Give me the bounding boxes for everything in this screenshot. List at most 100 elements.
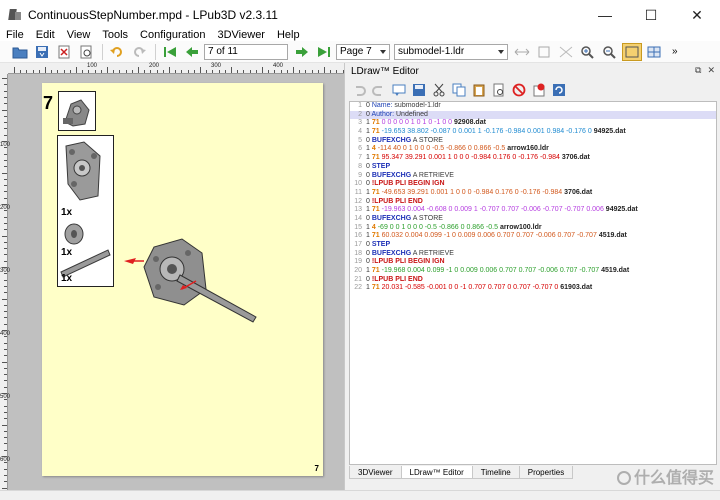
code-line[interactable]: 20 1 71 -19.968 0.004 0.099 -1 0 0.009 0.… bbox=[350, 267, 716, 276]
open-folder-button[interactable] bbox=[10, 43, 30, 61]
menu-view[interactable]: View bbox=[61, 30, 97, 41]
maximize-button[interactable]: ☐ bbox=[628, 0, 674, 30]
ruler-tick bbox=[4, 336, 7, 338]
editor-comment-button[interactable] bbox=[391, 82, 407, 98]
code-line[interactable]: 14 0 BUFEXCHG A STORE bbox=[350, 215, 716, 224]
code-line[interactable]: 10 Name: submodel-1.ldr bbox=[350, 102, 716, 111]
toolbar-overflow-button[interactable]: » bbox=[672, 46, 678, 57]
line-number: 15 bbox=[354, 223, 362, 231]
ruler-tick bbox=[4, 348, 7, 350]
code-line[interactable]: 22 1 71 20.031 -0.585 -0.001 0 0 -1 0.707… bbox=[350, 284, 716, 293]
ruler-tick bbox=[218, 70, 220, 73]
code-line[interactable]: 31 71 0 0 0 0 0 1 0 1 0 -1 0 0 92908.dat bbox=[350, 119, 716, 128]
editor-cut-button[interactable] bbox=[431, 82, 447, 98]
page-select[interactable]: Page 7 bbox=[336, 43, 390, 60]
tab-3dviewer[interactable]: 3DViewer bbox=[349, 466, 402, 479]
next-page-button[interactable] bbox=[292, 43, 312, 61]
ruler-tick bbox=[156, 70, 158, 73]
ruler-tick bbox=[2, 267, 7, 268]
code-line[interactable]: 50 BUFEXCHG A STORE bbox=[350, 137, 716, 146]
code-line[interactable]: 13 1 71 -19.963 0.004 -0.608 0 0.009 1 -0… bbox=[350, 206, 716, 215]
window-title: ContinuousStepNumber.mpd - LPub3D v2.3.1… bbox=[28, 8, 278, 22]
parts-list[interactable]: 1x 1x 1x bbox=[57, 135, 114, 287]
transform-values: -49.653 39.291 0.001 1 0 0 0 -0.984 0.17… bbox=[381, 188, 563, 196]
code-line[interactable]: 21 0 !LPUB PLI END bbox=[350, 276, 716, 285]
ruler-tick bbox=[4, 147, 7, 149]
close-editor-button[interactable]: ✕ bbox=[707, 65, 715, 76]
editor-copy-button[interactable] bbox=[451, 82, 467, 98]
code-line[interactable]: 71 71 95.347 39.291 0.001 1 0 0 0 -0.984… bbox=[350, 154, 716, 163]
fit-visible-button[interactable] bbox=[534, 43, 554, 61]
submodel-select[interactable]: submodel-1.ldr bbox=[394, 43, 508, 60]
ruler-tick bbox=[175, 70, 177, 73]
code-line[interactable]: 90 BUFEXCHG A RETRIEVE bbox=[350, 172, 716, 181]
transform-values: -114 40 0 1 0 0 0 -0.5 -0.866 0 0.866 -0… bbox=[377, 145, 506, 153]
menu-edit[interactable]: Edit bbox=[30, 30, 61, 41]
instruction-page[interactable]: 7 1x 1x 1x 7 bbox=[42, 83, 323, 476]
minimize-button[interactable]: — bbox=[582, 0, 628, 30]
editor-save-button[interactable] bbox=[411, 82, 427, 98]
page-number[interactable]: 7 bbox=[315, 464, 319, 473]
fit-width-button[interactable] bbox=[512, 43, 532, 61]
last-page-button[interactable] bbox=[314, 43, 334, 61]
code-line[interactable]: 12 0 !LPUB PLI END bbox=[350, 198, 716, 207]
step-assembly-image[interactable] bbox=[122, 223, 262, 333]
menu-file[interactable]: File bbox=[0, 30, 30, 41]
open-folder-icon bbox=[12, 47, 28, 58]
code-line[interactable]: 41 71 -19.653 38.802 -0.087 0 0.001 1 -0… bbox=[350, 128, 716, 137]
stop-icon bbox=[512, 83, 526, 97]
color-code: 71 bbox=[371, 119, 380, 127]
part-quantity: 1x bbox=[61, 207, 73, 218]
zoom-out-button[interactable] bbox=[600, 43, 620, 61]
ruler-tick bbox=[4, 342, 7, 344]
code-line[interactable]: 80 STEP bbox=[350, 163, 716, 172]
previous-page-button[interactable] bbox=[182, 43, 202, 61]
tab-ldraw-editor[interactable]: LDraw™ Editor bbox=[400, 466, 473, 479]
scene-ruler-button[interactable] bbox=[622, 42, 642, 61]
editor-paste-button[interactable] bbox=[471, 82, 487, 98]
menu-tools[interactable]: Tools bbox=[96, 30, 134, 41]
line-number: 14 bbox=[354, 214, 362, 222]
first-page-button[interactable] bbox=[160, 43, 180, 61]
code-line[interactable]: 19 0 !LPUB PLI BEGIN IGN bbox=[350, 258, 716, 267]
editor-find-button[interactable] bbox=[491, 82, 507, 98]
code-line[interactable]: 17 0 STEP bbox=[350, 241, 716, 250]
code-line[interactable]: 10 0 !LPUB PLI BEGIN IGN bbox=[350, 180, 716, 189]
undo-button[interactable] bbox=[107, 43, 127, 61]
code-editor[interactable]: 10 Name: submodel-1.ldr 2 0 Author: Undefi… bbox=[349, 101, 717, 465]
menu-help[interactable]: Help bbox=[271, 30, 306, 41]
meta-command: BUFEXCHG bbox=[371, 136, 412, 144]
code-line[interactable]: 20 Author: Undefined bbox=[350, 110, 716, 120]
code-line[interactable]: 16 1 71 60.032 0.004 0.099 -1 0 0.009 0.0… bbox=[350, 232, 716, 241]
submodel-preview[interactable] bbox=[58, 91, 96, 131]
first-page-icon bbox=[164, 46, 176, 57]
menu-configuration[interactable]: Configuration bbox=[134, 30, 211, 41]
tab-timeline[interactable]: Timeline bbox=[471, 466, 520, 479]
code-line[interactable]: 61 4 -114 40 0 1 0 0 0 -0.5 -0.866 0 0.8… bbox=[350, 145, 716, 154]
close-button[interactable]: ✕ bbox=[674, 0, 720, 30]
zoom-in-button[interactable] bbox=[578, 43, 598, 61]
editor-stop-button[interactable] bbox=[511, 82, 527, 98]
export-pdf-button[interactable] bbox=[54, 43, 74, 61]
save-button[interactable] bbox=[32, 43, 52, 61]
ruler-tick bbox=[150, 70, 152, 73]
code-line[interactable]: 18 0 BUFEXCHG A RETRIEVE bbox=[350, 250, 716, 259]
editor-refresh-button[interactable] bbox=[551, 82, 567, 98]
scene-guides-button[interactable] bbox=[644, 43, 664, 61]
step-number[interactable]: 7 bbox=[43, 93, 53, 114]
editor-redo-button[interactable] bbox=[371, 82, 387, 98]
code-line[interactable]: 15 1 4 -69 0 0 1 0 0 0 -0.5 -0.866 0 0.86… bbox=[350, 224, 716, 233]
actual-size-icon bbox=[559, 46, 573, 57]
actual-size-button[interactable] bbox=[556, 43, 576, 61]
tab-properties[interactable]: Properties bbox=[518, 466, 574, 479]
code-line[interactable]: 11 1 71 -49.653 39.291 0.001 1 0 0 0 -0.9… bbox=[350, 189, 716, 198]
undock-button[interactable]: ⧉ bbox=[695, 65, 701, 76]
print-preview-button[interactable] bbox=[76, 43, 96, 61]
redo-button[interactable] bbox=[129, 43, 149, 61]
ruler-tick bbox=[274, 70, 276, 73]
editor-alert-button[interactable] bbox=[531, 82, 547, 98]
page-number-input[interactable]: 7 of 11 bbox=[204, 43, 288, 60]
editor-undo-button[interactable] bbox=[351, 82, 367, 98]
ruler-tick bbox=[243, 70, 245, 73]
menu-3dviewer[interactable]: 3DViewer bbox=[211, 30, 271, 41]
